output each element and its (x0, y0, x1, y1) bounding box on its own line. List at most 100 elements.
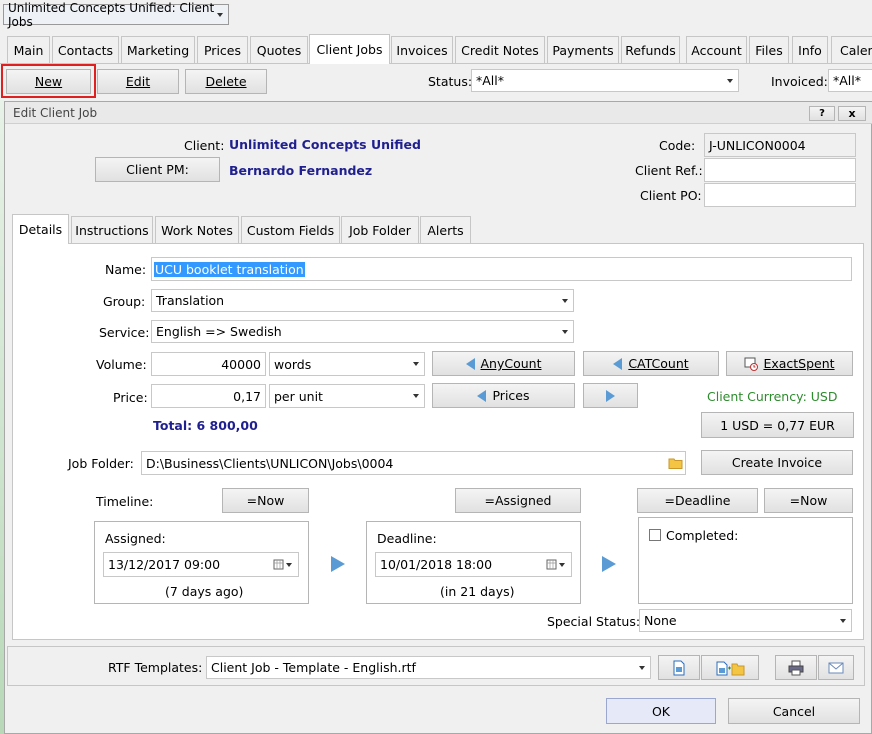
play-icon[interactable] (602, 556, 616, 572)
volume-unit-select[interactable]: words (269, 352, 425, 376)
client-po-input[interactable] (704, 183, 856, 207)
chevron-down-icon (413, 394, 419, 398)
chevron-down-icon (562, 298, 568, 303)
tab-invoices[interactable]: Invoices (391, 36, 453, 63)
arrow-right-icon (606, 389, 615, 402)
anycount-button[interactable]: AnyCount (432, 351, 575, 376)
status-select[interactable]: *All* (471, 69, 739, 92)
exchange-rate-button[interactable]: 1 USD = 0,77 EUR (701, 412, 854, 438)
tab-job-folder[interactable]: Job Folder (341, 216, 419, 243)
chevron-down-icon (217, 12, 223, 17)
job-folder-input[interactable]: D:\Business\Clients\UNLICON\Jobs\0004 (141, 451, 686, 475)
volume-input[interactable]: 40000 (151, 352, 266, 376)
total-value: Total: 6 800,00 (153, 418, 258, 433)
cancel-button[interactable]: Cancel (728, 698, 860, 724)
status-label: Status: (428, 74, 473, 89)
tab-credit-notes[interactable]: Credit Notes (455, 36, 545, 63)
tab-refunds[interactable]: Refunds (621, 36, 680, 63)
catcount-button[interactable]: CATCount (583, 351, 719, 376)
prices-button[interactable]: Prices (432, 383, 575, 408)
status-select-value: *All* (476, 73, 504, 88)
group-select-value: Translation (156, 293, 225, 308)
play-icon[interactable] (331, 556, 345, 572)
assigned-label: Assigned: (105, 531, 166, 546)
price-unit-select[interactable]: per unit (269, 384, 425, 408)
tab-calendar[interactable]: Calen (831, 36, 872, 63)
code-field: J-UNLICON0004 (704, 133, 856, 157)
delete-button[interactable]: Delete (185, 69, 267, 94)
tab-alerts[interactable]: Alerts (420, 216, 471, 243)
now-button-completed[interactable]: =Now (764, 488, 853, 513)
tab-payments[interactable]: Payments (547, 36, 619, 63)
exchange-rate-label: 1 USD = 0,77 EUR (720, 417, 835, 433)
name-input[interactable]: UCU booklet translation (151, 257, 852, 281)
name-input-value: UCU booklet translation (154, 261, 305, 277)
assigned-date-value: 13/12/2017 09:00 (108, 557, 221, 572)
chevron-down-icon (840, 618, 846, 623)
exactspent-button[interactable]: ExactSpent (726, 351, 853, 376)
client-pm-button[interactable]: Client PM: (95, 157, 220, 182)
invoiced-select[interactable]: *All* (828, 69, 872, 92)
ok-button[interactable]: OK (606, 698, 716, 724)
calendar-icon[interactable] (273, 559, 293, 571)
tab-details[interactable]: Details (12, 214, 69, 244)
tab-contacts[interactable]: Contacts (52, 36, 119, 63)
client-currency-label: Client Currency: USD (707, 389, 838, 404)
email-button[interactable] (818, 655, 854, 680)
dialog-titlebar (5, 102, 872, 124)
completed-checkbox[interactable] (649, 529, 661, 541)
tab-main[interactable]: Main (7, 36, 50, 63)
group-select[interactable]: Translation (151, 289, 574, 312)
special-status-select[interactable]: None (639, 609, 852, 632)
deadline-label: Deadline: (377, 531, 437, 546)
chevron-down-icon (413, 362, 419, 366)
client-ref-label: Client Ref.: (635, 163, 703, 178)
tab-info[interactable]: Info (792, 36, 828, 63)
open-template-button[interactable] (658, 655, 700, 680)
entity-selector[interactable]: Unlimited Concepts Unified: Client Jobs (3, 1, 229, 29)
chevron-down-icon (639, 665, 645, 670)
new-button[interactable]: New (6, 69, 91, 94)
delete-button-label: Delete (205, 74, 247, 89)
deadline-date-input[interactable]: 10/01/2018 18:00 (375, 552, 572, 577)
create-invoice-label: Create Invoice (731, 455, 823, 470)
now-label: =Now (789, 493, 828, 508)
tab-marketing[interactable]: Marketing (121, 36, 195, 63)
service-select[interactable]: English => Swedish (151, 320, 574, 343)
client-ref-input[interactable] (704, 158, 856, 182)
exactspent-label: ExactSpent (763, 356, 835, 371)
code-label: Code: (659, 138, 696, 153)
tab-label: Job Folder (349, 222, 411, 238)
tab-account[interactable]: Account (686, 36, 747, 63)
close-button[interactable]: x (838, 106, 866, 121)
now-button-assigned[interactable]: =Now (222, 488, 309, 513)
open-template-folder-button[interactable] (701, 655, 759, 680)
tab-label: Invoices (396, 42, 448, 58)
help-button[interactable]: ? (809, 106, 835, 121)
special-status-value: None (644, 613, 677, 628)
tab-label: Files (755, 42, 783, 58)
edit-button[interactable]: Edit (97, 69, 179, 94)
price-input[interactable]: 0,17 (151, 384, 266, 408)
create-invoice-button[interactable]: Create Invoice (701, 450, 853, 475)
tab-files[interactable]: Files (749, 36, 789, 63)
assigned-date-input[interactable]: 13/12/2017 09:00 (103, 552, 299, 577)
tab-work-notes[interactable]: Work Notes (155, 216, 239, 243)
rtf-templates-select[interactable]: Client Job - Template - English.rtf (206, 656, 651, 679)
calendar-icon[interactable] (546, 559, 566, 571)
tab-custom-fields[interactable]: Custom Fields (241, 216, 340, 243)
tab-label: Alerts (427, 222, 464, 238)
tab-prices[interactable]: Prices (197, 36, 248, 63)
folder-icon[interactable] (668, 457, 683, 469)
now-label: =Now (246, 493, 285, 508)
tab-quotes[interactable]: Quotes (250, 36, 308, 63)
tab-client-jobs[interactable]: Client Jobs (309, 34, 390, 64)
print-button[interactable] (775, 655, 817, 680)
rtf-templates-value: Client Job - Template - English.rtf (211, 660, 416, 675)
tab-instructions[interactable]: Instructions (71, 216, 153, 243)
volume-input-value: 40000 (221, 356, 261, 372)
chevron-down-icon (562, 329, 568, 334)
assigned-button[interactable]: =Assigned (455, 488, 581, 513)
prices-forward-button[interactable] (583, 383, 638, 408)
deadline-button[interactable]: =Deadline (637, 488, 758, 513)
